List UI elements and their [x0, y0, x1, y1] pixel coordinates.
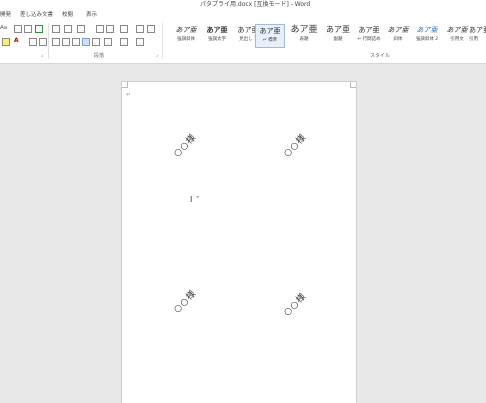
font-dialog-launcher-icon[interactable]: ⌟ — [41, 53, 46, 58]
tab-mailings[interactable]: 差し込み文書 — [20, 11, 53, 19]
align-right-icon[interactable] — [72, 38, 80, 46]
crop-mark — [350, 82, 356, 88]
decrease-indent-icon[interactable] — [96, 25, 104, 33]
styles-group-label: スタイル — [370, 53, 391, 59]
bullets-icon[interactable] — [52, 25, 60, 33]
style-name: 引用 — [469, 37, 478, 42]
tab-review[interactable]: 校閲 — [62, 11, 73, 19]
style-sample: あア亜 — [469, 26, 486, 34]
style-intense-quote[interactable]: あア亜 引用 — [469, 24, 486, 48]
distributed-icon[interactable] — [92, 38, 100, 46]
multilevel-list-icon[interactable] — [77, 25, 85, 33]
show-marks-icon[interactable] — [147, 25, 155, 33]
tab-developer[interactable]: 開発 — [0, 11, 11, 19]
style-sample: あア亜 — [259, 27, 281, 35]
shading-icon[interactable] — [120, 38, 128, 46]
styles-gallery: あア亜 強調斜体 あア亜 強調太字 あア亜 見出し 1 あア亜 ↵ 標準 あア亜… — [167, 24, 486, 48]
highlight-color-icon[interactable] — [2, 38, 10, 46]
justify-icon[interactable] — [82, 38, 90, 46]
text-direction-icon[interactable] — [120, 25, 128, 33]
cursor-indicator-icon: ≡ — [196, 194, 200, 199]
ribbon-tabs: 開発 差し込み文書 校閲 表示 — [0, 10, 486, 21]
group-separator — [48, 23, 49, 59]
sort-icon[interactable] — [136, 25, 144, 33]
style-title[interactable]: あア亜 表題 — [285, 24, 323, 48]
line-spacing-icon[interactable] — [104, 38, 112, 46]
clear-format-icon[interactable] — [24, 25, 32, 33]
window-title: パタプライ用.docx [互換モード] - Word — [200, 1, 311, 8]
align-left-icon[interactable] — [52, 38, 60, 46]
paragraph-dialog-launcher-icon[interactable]: ⌟ — [156, 53, 161, 58]
style-normal[interactable]: あア亜 ↵ 標準 — [255, 24, 285, 48]
numbering-icon[interactable] — [64, 25, 72, 33]
crop-mark — [122, 82, 128, 88]
tab-view[interactable]: 表示 — [86, 11, 97, 19]
font-color-icon[interactable]: A — [14, 37, 19, 45]
paragraph-group-label: 段落 — [94, 53, 105, 59]
style-name: ↵ 標準 — [262, 38, 278, 43]
change-case-button[interactable]: Aa — [0, 24, 7, 32]
align-center-icon[interactable] — [62, 38, 70, 46]
borders-icon[interactable] — [136, 38, 144, 46]
paragraph-mark: ↵ — [126, 91, 132, 98]
grow-font-icon[interactable] — [14, 25, 22, 33]
enclosed-character-icon[interactable] — [39, 38, 47, 46]
style-sample: あア亜 — [290, 25, 318, 35]
group-separator — [162, 23, 163, 59]
increase-indent-icon[interactable] — [106, 25, 114, 33]
style-name: 表題 — [299, 37, 309, 42]
title-bar: パタプライ用.docx [互換モード] - Word — [0, 0, 486, 10]
phonetic-guide-icon[interactable] — [35, 25, 43, 33]
document-page[interactable]: ↵ — [121, 81, 357, 403]
character-shading-icon[interactable] — [29, 38, 37, 46]
ribbon: Aa A 段落 ⌟ ⌟ あア亜 強調斜体 あア亜 強調太字 あア亜 見出し 1 … — [0, 21, 486, 64]
word-window: パタプライ用.docx [互換モード] - Word 開発 差し込み文書 校閲 … — [0, 0, 486, 403]
